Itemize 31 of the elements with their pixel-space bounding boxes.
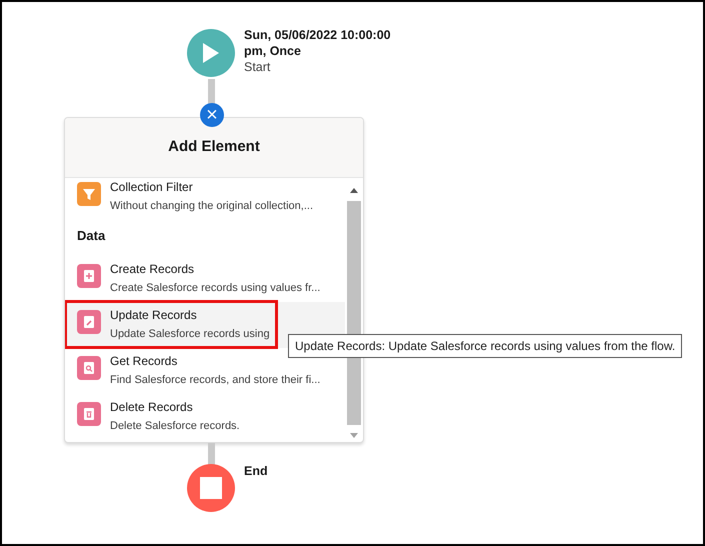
element-item[interactable]: Collection Filter Without changing the original collection,... (65, 174, 346, 212)
element-item[interactable]: Delete Records Delete Salesforce records. (65, 394, 346, 440)
element-item[interactable]: Create Records Create Salesforce records using values fr... (65, 256, 346, 302)
item-description: Create Salesforce records using values fr... (110, 280, 320, 296)
tooltip: Update Records: Update Salesforce records using values from the flow. (288, 334, 682, 358)
item-title: Collection Filter (110, 179, 194, 196)
node-title: End (244, 463, 268, 479)
item-title: Delete Records (110, 398, 194, 416)
close-button[interactable]: × (200, 103, 224, 127)
stop-icon (200, 477, 222, 499)
clipboard-plus-icon (77, 264, 101, 288)
item-description: Update Salesforce records using (110, 326, 270, 342)
start-node[interactable] (187, 29, 235, 77)
funnel-icon (77, 182, 101, 206)
play-icon (202, 42, 220, 64)
scroll-down-icon[interactable] (350, 433, 358, 438)
item-title: Get Records (110, 352, 178, 370)
panel-title: Add Element (168, 137, 260, 158)
clipboard-search-icon (77, 356, 101, 380)
item-title: Create Records (110, 260, 196, 278)
item-description: Without changing the original collection,... (110, 199, 314, 214)
section-heading: Data (76, 227, 106, 245)
node-title: Sun, 05/06/2022 10:00:00 pm, Once (244, 27, 392, 59)
item-title: Update Records (110, 306, 198, 324)
clipboard-pencil-icon (77, 310, 101, 334)
clipboard-trash-icon (77, 402, 101, 426)
item-description: Find Salesforce records, and store their fi... (110, 372, 320, 388)
scroll-up-icon[interactable] (350, 188, 358, 193)
item-description: Delete Salesforce records. (110, 418, 240, 434)
node-subtitle: Start (244, 59, 270, 75)
end-node[interactable] (187, 464, 235, 512)
